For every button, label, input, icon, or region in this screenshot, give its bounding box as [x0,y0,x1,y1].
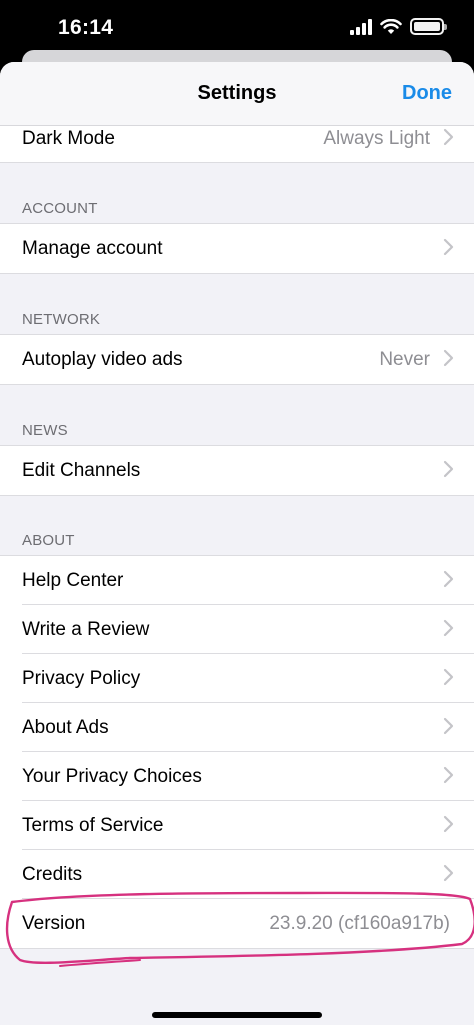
settings-sheet: Settings Done Dark Mode Always Light ACC… [0,62,474,1025]
chevron-right-icon [440,458,456,480]
row-label: Manage account [22,238,163,259]
section-header-network: NETWORK [22,311,101,328]
done-button[interactable]: Done [402,82,452,105]
chevron-right-icon [440,764,456,786]
section-header-news: NEWS [22,422,68,439]
chevron-right-icon [440,666,456,688]
row-label: Write a Review [22,619,150,640]
row-credits[interactable]: Credits [0,850,474,899]
chevron-right-icon [440,126,456,148]
row-your-privacy-choices[interactable]: Your Privacy Choices [0,752,474,801]
battery-icon [410,18,447,35]
row-autoplay-video-ads[interactable]: Autoplay video ads Never [0,335,474,384]
row-value: Always Light [323,128,430,149]
row-help-center[interactable]: Help Center [0,556,474,605]
row-edit-channels[interactable]: Edit Channels [0,446,474,495]
row-dark-mode[interactable]: Dark Mode Always Light [0,126,474,162]
row-label: Edit Channels [22,460,141,481]
cellular-signal-icon [350,18,372,35]
row-version: Version 23.9.20 (cf160a917b) [0,899,474,948]
chevron-right-icon [440,568,456,590]
home-indicator [152,1012,322,1018]
divider [0,495,474,496]
chevron-right-icon [440,347,456,369]
row-label: About Ads [22,717,109,738]
section-header-about: ABOUT [22,532,75,549]
wifi-icon [380,18,402,34]
chevron-right-icon [440,617,456,639]
row-label: Autoplay video ads [22,349,183,370]
divider [0,273,474,274]
divider [0,162,474,163]
status-bar: 16:14 [0,0,474,52]
section-header-account: ACCOUNT [22,200,98,217]
row-label: Dark Mode [22,128,115,149]
row-label: Version [22,913,86,934]
row-write-a-review[interactable]: Write a Review [0,605,474,654]
row-value: Never [379,349,430,370]
row-label: Credits [22,864,83,885]
divider [0,948,474,949]
version-value: 23.9.20 (cf160a917b) [269,913,450,934]
row-label: Your Privacy Choices [22,766,202,787]
row-manage-account[interactable]: Manage account [0,224,474,273]
navigation-bar: Settings Done [0,62,474,126]
status-time: 16:14 [58,16,114,39]
row-label: Help Center [22,570,124,591]
row-terms-of-service[interactable]: Terms of Service [0,801,474,850]
chevron-right-icon [440,236,456,258]
chevron-right-icon [440,715,456,737]
row-privacy-policy[interactable]: Privacy Policy [0,654,474,703]
row-about-ads[interactable]: About Ads [0,703,474,752]
chevron-right-icon [440,862,456,884]
divider [0,384,474,385]
row-label: Privacy Policy [22,668,141,689]
status-icons [350,18,447,35]
chevron-right-icon [440,813,456,835]
row-label: Terms of Service [22,815,164,836]
